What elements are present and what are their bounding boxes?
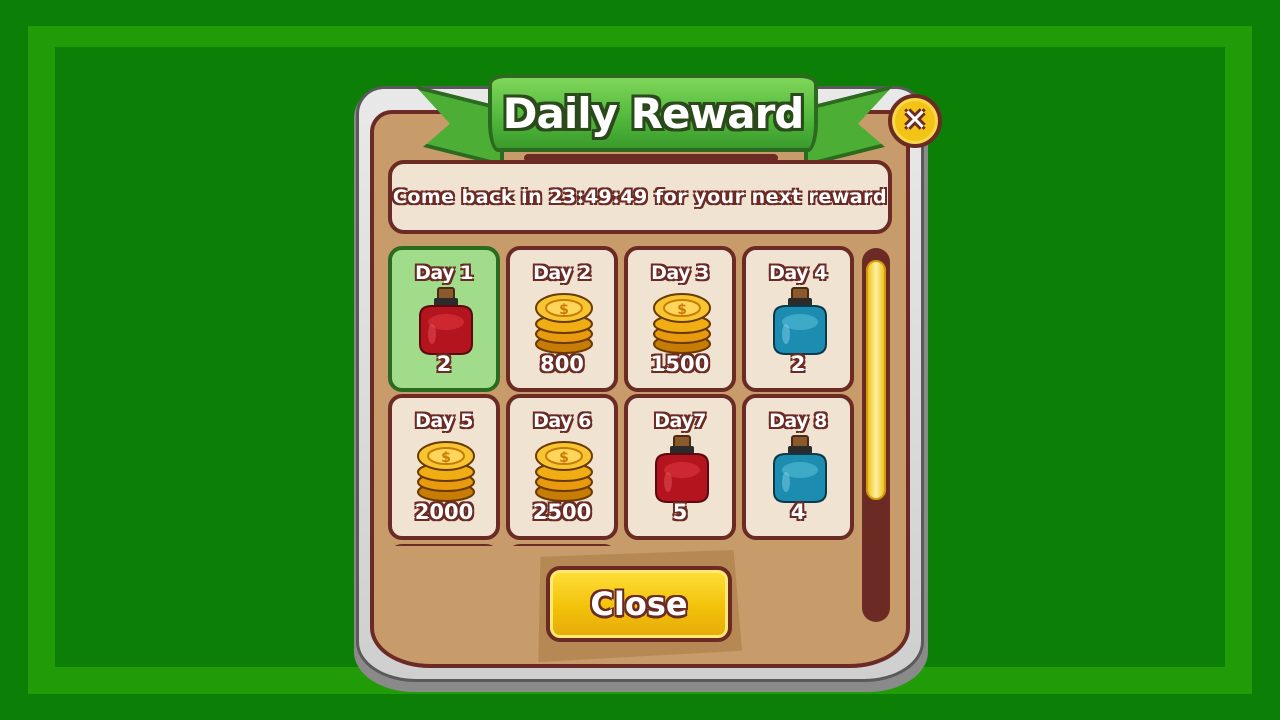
reward-amount: 5 bbox=[672, 500, 688, 524]
day-label: Day 2 bbox=[533, 262, 591, 284]
gold-coins-icon: $ bbox=[535, 293, 593, 354]
day-label: Day 1 bbox=[415, 262, 473, 284]
svg-text:$: $ bbox=[441, 450, 451, 466]
svg-text:$: $ bbox=[559, 450, 569, 466]
reward-amount: 800 bbox=[540, 352, 584, 376]
gold-coins-icon: $ bbox=[417, 441, 475, 502]
day-label: Day 5 bbox=[415, 410, 473, 432]
day-label: Day 6 bbox=[533, 410, 591, 432]
red-potion-icon bbox=[419, 287, 473, 355]
svg-text:$: $ bbox=[677, 302, 687, 318]
reward-cell-day-2[interactable]: Day 2 $ 800 bbox=[506, 246, 618, 392]
next-reward-message: Come back in 23:49:49 for your next rewa… bbox=[388, 160, 892, 234]
close-x-button[interactable]: ✕ bbox=[888, 94, 942, 148]
reward-cell-day-7[interactable]: Day7 5 bbox=[624, 394, 736, 540]
reward-amount: 4 bbox=[790, 500, 806, 524]
reward-amount: 1500 bbox=[650, 352, 710, 376]
blue-potion-icon bbox=[773, 435, 827, 503]
reward-cell-day-4[interactable]: Day 4 2 bbox=[742, 246, 854, 392]
red-potion-icon bbox=[655, 435, 709, 503]
reward-grid[interactable]: Day 1 2 Day 2 $ 800 Day 3 $ 1500 Day 4 2… bbox=[388, 246, 856, 546]
day-label: Day 8 bbox=[769, 410, 827, 432]
reward-amount: 2500 bbox=[532, 500, 592, 524]
title-banner: Daily Reward bbox=[488, 74, 818, 152]
day-label: Day 4 bbox=[769, 262, 827, 284]
reward-cell-day-8[interactable]: Day 8 4 bbox=[742, 394, 854, 540]
reward-amount: 2 bbox=[790, 352, 806, 376]
scrollbar-thumb[interactable] bbox=[866, 260, 886, 500]
close-x-icon: ✕ bbox=[902, 103, 928, 138]
day-label: Day 3 bbox=[651, 262, 709, 284]
close-button-label: Close bbox=[590, 585, 688, 623]
reward-amount: 2 bbox=[436, 352, 452, 376]
reward-cell-day-3[interactable]: Day 3 $ 1500 bbox=[624, 246, 736, 392]
close-button[interactable]: Close bbox=[546, 566, 732, 642]
reward-cell-day-6[interactable]: Day 6 $ 2500 bbox=[506, 394, 618, 540]
gold-coins-icon: $ bbox=[653, 293, 711, 354]
gold-coins-icon: $ bbox=[535, 441, 593, 502]
blue-potion-icon bbox=[773, 287, 827, 355]
dialog-title: Daily Reward bbox=[502, 88, 805, 138]
day-label: Day7 bbox=[654, 410, 706, 432]
reward-cell-partial bbox=[388, 544, 500, 546]
reward-cell-partial bbox=[506, 544, 618, 546]
svg-text:$: $ bbox=[559, 302, 569, 318]
reward-cell-day-5[interactable]: Day 5 $ 2000 bbox=[388, 394, 500, 540]
reward-cell-day-1[interactable]: Day 1 2 bbox=[388, 246, 500, 392]
countdown-text: Come back in 23:49:49 for your next rewa… bbox=[392, 186, 888, 208]
reward-amount: 2000 bbox=[414, 500, 474, 524]
